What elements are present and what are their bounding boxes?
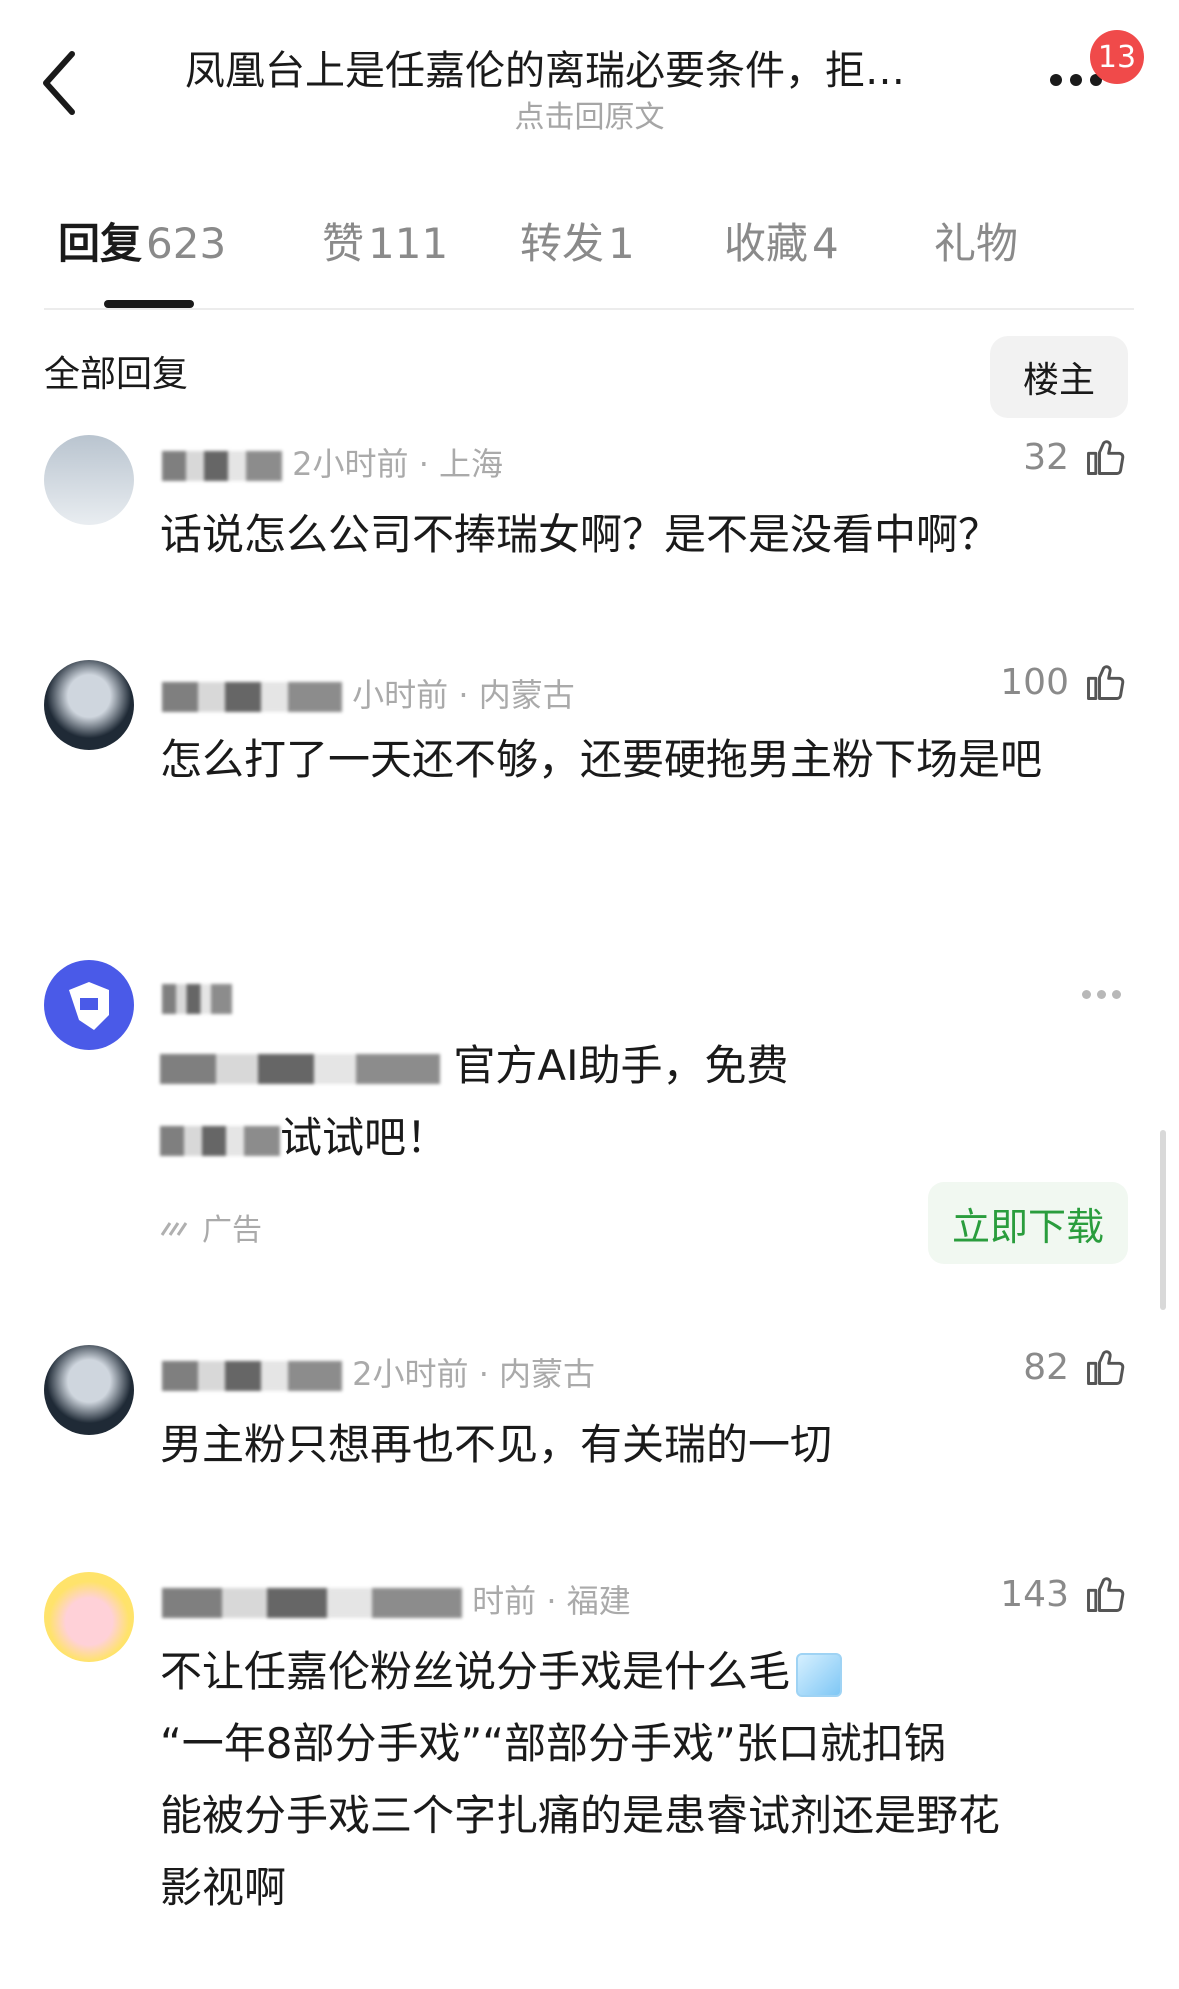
comment-line: 能被分手戏三个字扎痛的是患睿试剂还是野花 <box>160 1791 1001 1840</box>
tab-reposts[interactable]: 转发1 <box>520 210 635 271</box>
comment-line: 影视啊 <box>160 1863 287 1912</box>
tabs-divider <box>44 308 1134 310</box>
like-count: 82 <box>1023 1346 1069 1388</box>
tab-count: 4 <box>812 219 839 268</box>
tab-favorites[interactable]: 收藏4 <box>724 210 839 271</box>
avatar[interactable] <box>44 435 134 525</box>
thumbs-up-icon <box>1087 1577 1125 1612</box>
comment-meta: 时前 · 福建 <box>162 1576 631 1622</box>
ad-label: 广告 <box>160 1205 262 1249</box>
like-count: 143 <box>1000 1573 1069 1615</box>
tab-label: 礼物 <box>934 219 1019 268</box>
download-button[interactable]: 立即下载 <box>928 1182 1128 1264</box>
comment-line: “一年8部分手戏”“部部分手戏”张口就扣锅 <box>160 1719 946 1768</box>
back-to-original-link[interactable]: 点击回原文 <box>0 92 1179 136</box>
tab-gifts[interactable]: 礼物 <box>934 210 1018 271</box>
ad-name <box>162 978 232 1016</box>
tab-bar: 回复623 赞111 转发1 收藏4 礼物 <box>0 210 1179 310</box>
tab-label: 转发 <box>520 219 605 268</box>
like-button[interactable]: 100 <box>1000 660 1127 704</box>
like-count: 32 <box>1023 436 1069 478</box>
comment-line: 不让任嘉伦粉丝说分手戏是什么毛 <box>160 1636 1120 1708</box>
comment-text: 不让任嘉伦粉丝说分手戏是什么毛 “一年8部分手戏”“部部分手戏”张口就扣锅 能被… <box>160 1636 1120 1924</box>
tab-replies[interactable]: 回复623 <box>58 210 226 271</box>
tab-count: 623 <box>146 219 227 268</box>
tab-count: 1 <box>608 219 635 268</box>
section-title: 全部回复 <box>44 354 189 395</box>
tab-label: 赞 <box>322 219 365 268</box>
tab-count: 111 <box>368 219 449 268</box>
ad-logo-icon[interactable] <box>44 960 134 1050</box>
post-title[interactable]: 凤凰台上是任嘉伦的离瑞必要条件，拒… <box>185 38 985 96</box>
comment-text: 话说怎么公司不捧瑞女啊？是不是没看中啊？ <box>160 510 1001 559</box>
like-button[interactable]: 32 <box>1023 435 1127 479</box>
top-bar: 凤凰台上是任嘉伦的离瑞必要条件，拒… 点击回原文 13 <box>0 0 1179 140</box>
ad-more-dots-icon[interactable] <box>1082 990 1121 999</box>
ad-text: 官方AI助手，免费 试试吧！ <box>160 1030 1120 1174</box>
avatar[interactable] <box>44 1572 134 1662</box>
comment-text: 怎么打了一天还不够，还要硬拖男主粉下场是吧 <box>160 735 1043 784</box>
tab-likes[interactable]: 赞111 <box>322 210 448 271</box>
thumbs-up-icon <box>1087 665 1125 700</box>
active-tab-indicator <box>104 300 194 308</box>
tab-label: 收藏 <box>724 219 809 268</box>
like-button[interactable]: 143 <box>1000 1572 1127 1616</box>
comment-meta: 2小时前 · 内蒙古 <box>162 1349 595 1395</box>
op-only-filter-button[interactable]: 楼主 <box>990 336 1128 418</box>
ice-cube-emoji-icon <box>796 1652 843 1697</box>
like-button[interactable]: 82 <box>1023 1345 1127 1389</box>
avatar[interactable] <box>44 1345 134 1435</box>
thumbs-up-icon <box>1087 1350 1125 1385</box>
tab-label: 回复 <box>58 219 143 268</box>
ad-mark-icon <box>160 1222 188 1236</box>
comment-text: 男主粉只想再也不见，有关瑞的一切 <box>160 1420 833 1469</box>
like-count: 100 <box>1000 661 1069 703</box>
notification-badge: 13 <box>1090 30 1144 84</box>
comment-meta: 小时前 · 内蒙古 <box>162 670 575 716</box>
avatar[interactable] <box>44 660 134 750</box>
thumbs-up-icon <box>1087 440 1125 475</box>
comment-meta: 2小时前 · 上海 <box>162 439 503 485</box>
scrollbar[interactable] <box>1160 1130 1166 1310</box>
